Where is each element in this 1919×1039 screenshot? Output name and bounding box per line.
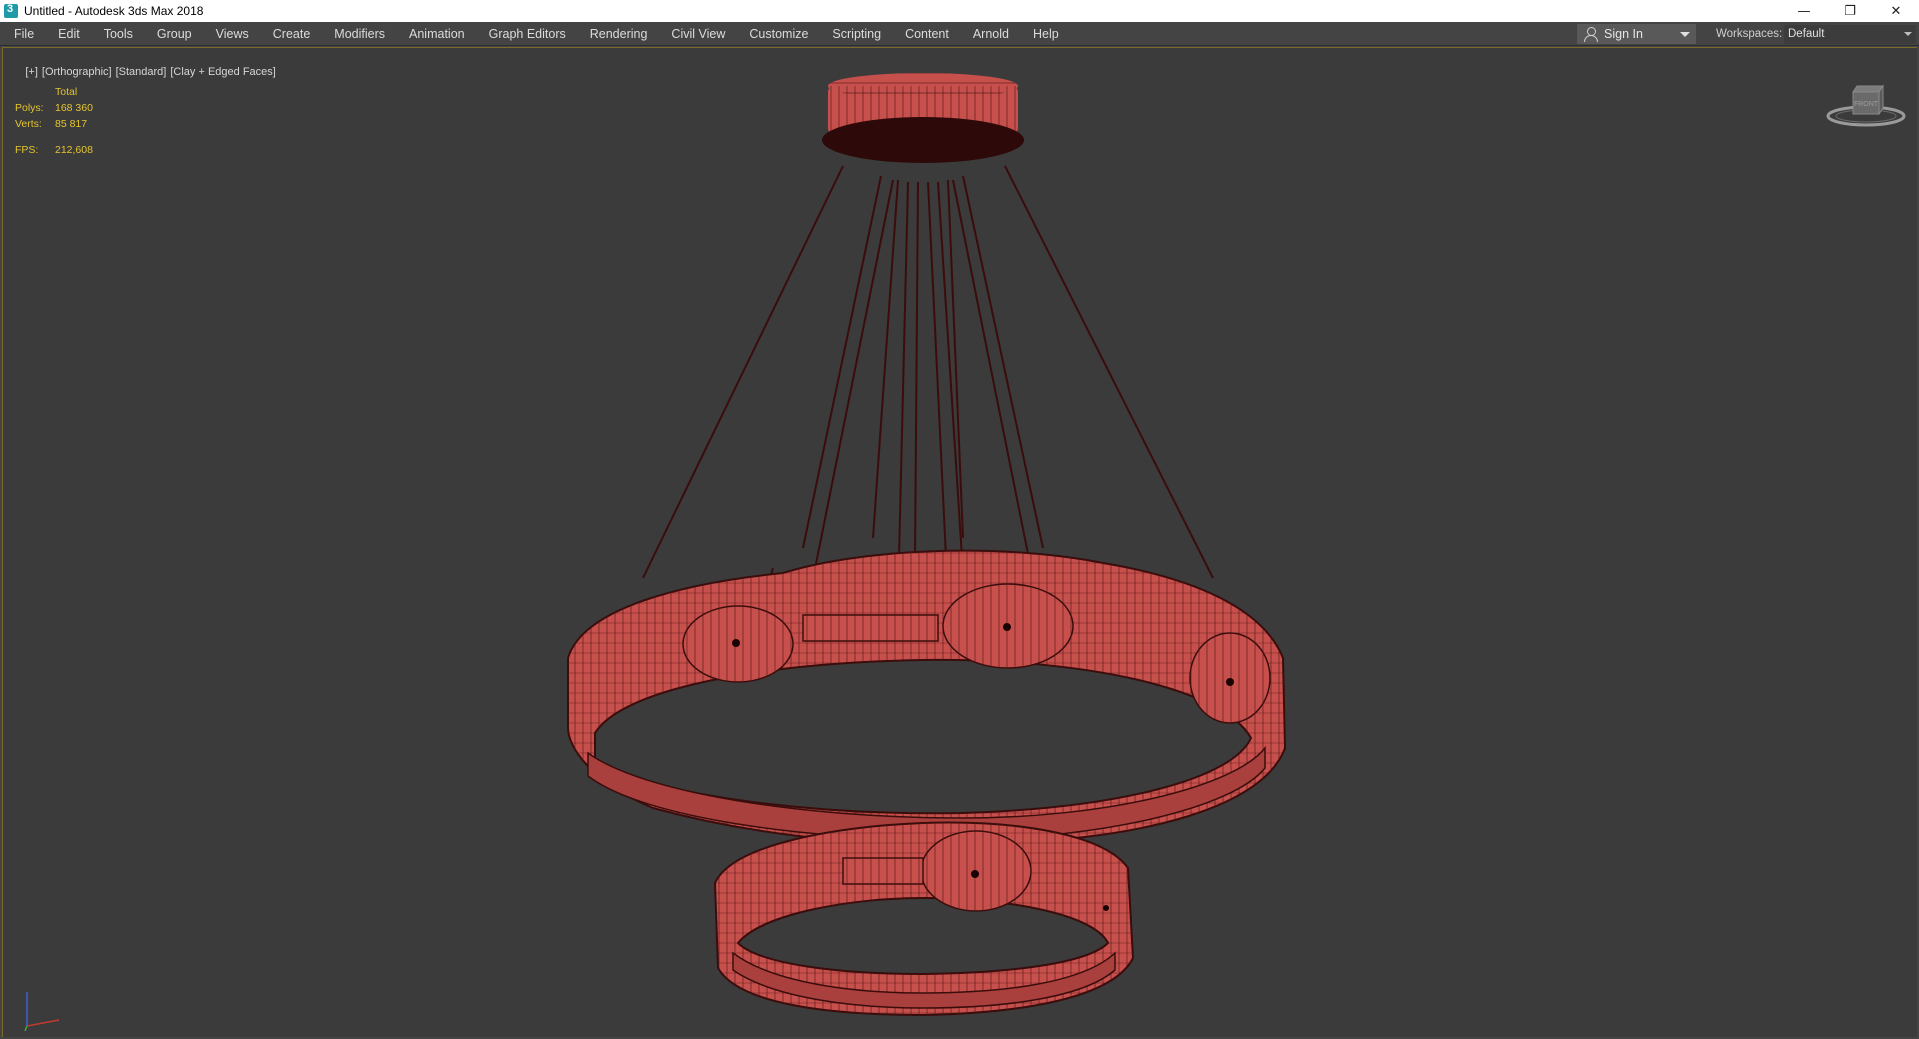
user-icon: [1583, 26, 1599, 42]
ceiling-canopy: [822, 73, 1024, 163]
menu-animation[interactable]: Animation: [397, 22, 477, 46]
menu-group[interactable]: Group: [145, 22, 204, 46]
chevron-down-icon: [1904, 32, 1912, 36]
workspaces-select[interactable]: Default: [1784, 25, 1916, 44]
sign-in-dropdown[interactable]: Sign In: [1577, 24, 1696, 44]
window-controls: — ❐ ✕: [1781, 0, 1919, 22]
3ds-max-app-icon[interactable]: [4, 3, 18, 18]
menu-arnold[interactable]: Arnold: [961, 22, 1021, 46]
title-bar: Untitled - Autodesk 3ds Max 2018 — ❐ ✕: [0, 0, 1919, 22]
upper-ring: [567, 549, 1287, 846]
close-button[interactable]: ✕: [1873, 0, 1919, 22]
restore-button[interactable]: ❐: [1827, 0, 1873, 22]
menu-rendering[interactable]: Rendering: [578, 22, 660, 46]
menu-scripting[interactable]: Scripting: [820, 22, 893, 46]
menu-file[interactable]: File: [0, 22, 46, 46]
menu-tools[interactable]: Tools: [92, 22, 145, 46]
chevron-down-icon: [1680, 32, 1690, 37]
workspaces-value: Default: [1788, 28, 1825, 40]
perspective-viewport[interactable]: [+] [Orthographic] [Standard] [Clay + Edged…: [2, 47, 1917, 1037]
menu-customize[interactable]: Customize: [737, 22, 820, 46]
axis-tripod-icon: [24, 992, 60, 1032]
menu-modifiers[interactable]: Modifiers: [322, 22, 397, 46]
minimize-button[interactable]: —: [1781, 0, 1827, 22]
menu-create[interactable]: Create: [261, 22, 323, 46]
menu-graph-editors[interactable]: Graph Editors: [477, 22, 578, 46]
menu-help[interactable]: Help: [1021, 22, 1071, 46]
menu-bar: File Edit Tools Group Views Create Modif…: [0, 22, 1919, 46]
workspaces-label: Workspaces:: [1716, 28, 1783, 40]
chandelier-model[interactable]: [3, 48, 1918, 1038]
menu-content[interactable]: Content: [893, 22, 961, 46]
menu-edit[interactable]: Edit: [46, 22, 92, 46]
menu-views[interactable]: Views: [204, 22, 261, 46]
menu-civil-view[interactable]: Civil View: [659, 22, 737, 46]
window-title: Untitled - Autodesk 3ds Max 2018: [24, 4, 204, 18]
sign-in-label: Sign In: [1604, 27, 1643, 41]
lower-ring: [713, 821, 1135, 1017]
app-window: Untitled - Autodesk 3ds Max 2018 — ❐ ✕ F…: [0, 0, 1919, 1039]
